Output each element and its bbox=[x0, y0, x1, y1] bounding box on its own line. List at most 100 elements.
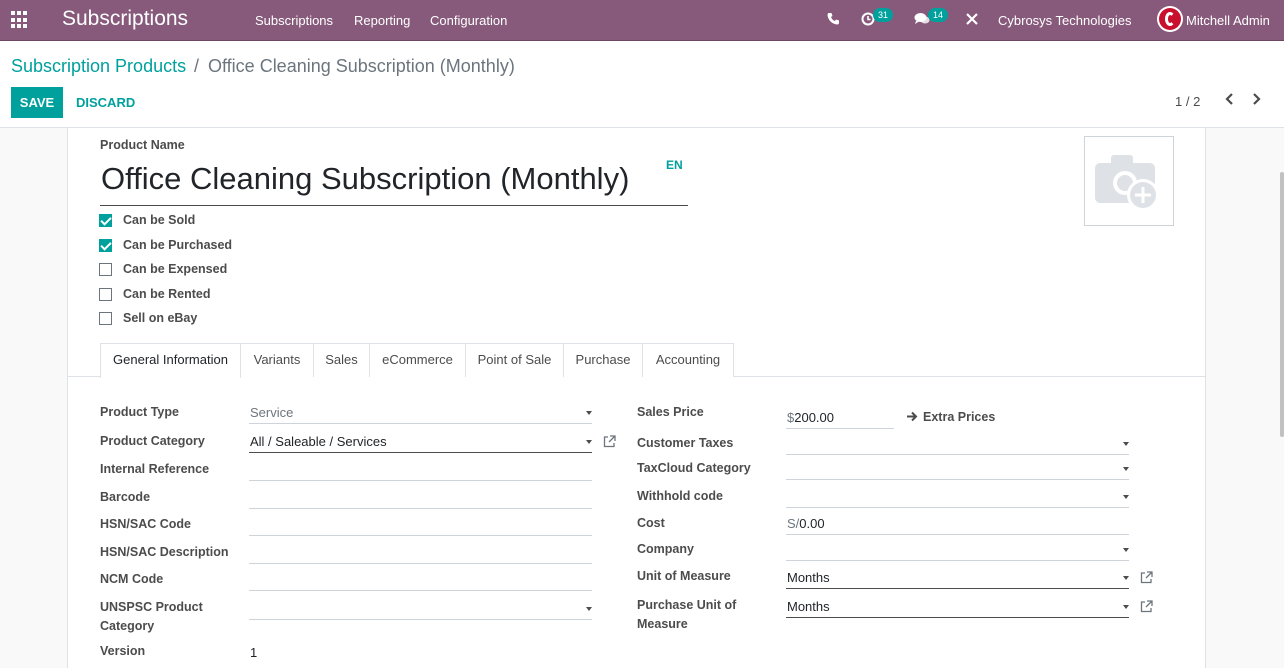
customer-taxes-label: Customer Taxes bbox=[637, 436, 734, 450]
purchase-uom-select[interactable]: Months bbox=[786, 596, 1129, 618]
tab-purchase[interactable]: Purchase bbox=[563, 343, 643, 377]
tab-sales[interactable]: Sales bbox=[313, 343, 370, 377]
control-panel: Subscription Products / Office Cleaning … bbox=[0, 41, 1284, 128]
purchase-uom-value: Months bbox=[787, 599, 830, 614]
cost-input[interactable]: S/0.00 bbox=[786, 513, 1129, 535]
menu-configuration[interactable]: Configuration bbox=[430, 13, 507, 28]
product-category-label: Product Category bbox=[100, 434, 205, 448]
can-be-sold-checkbox[interactable] bbox=[99, 214, 112, 227]
taxcloud-category-label: TaxCloud Category bbox=[637, 461, 751, 475]
uom-label: Unit of Measure bbox=[637, 569, 731, 583]
product-name-label: Product Name bbox=[100, 138, 185, 152]
product-type-select[interactable]: Service bbox=[249, 402, 592, 424]
cost-label: Cost bbox=[637, 516, 665, 530]
tab-ecommerce[interactable]: eCommerce bbox=[369, 343, 466, 377]
hsn-description-label: HSN/SAC Description bbox=[100, 545, 229, 559]
unspsc-category-select[interactable] bbox=[249, 598, 592, 620]
breadcrumb-separator: / bbox=[194, 56, 200, 76]
can-be-expensed-checkbox[interactable] bbox=[99, 263, 112, 276]
internal-reference-input[interactable] bbox=[249, 459, 592, 481]
tab-accounting[interactable]: Accounting bbox=[642, 343, 734, 377]
sales-price-value: 200.00 bbox=[794, 410, 834, 425]
can-be-purchased-label: Can be Purchased bbox=[123, 238, 233, 252]
arrow-right-icon bbox=[906, 411, 918, 425]
pager-value[interactable]: 1 / 2 bbox=[1175, 94, 1200, 109]
barcode-label: Barcode bbox=[100, 490, 151, 504]
withhold-code-select[interactable] bbox=[786, 486, 1129, 508]
ncm-code-label: NCM Code bbox=[100, 572, 164, 586]
page-scrollbar[interactable] bbox=[1280, 172, 1284, 437]
chevron-down-icon bbox=[1123, 467, 1129, 471]
product-category-value: All / Saleable / Services bbox=[250, 434, 387, 449]
messages-count-badge: 14 bbox=[928, 8, 949, 22]
extra-prices-label: Extra Prices bbox=[923, 410, 996, 424]
save-button[interactable]: SAVE bbox=[11, 87, 63, 118]
sell-on-ebay-checkbox[interactable] bbox=[99, 312, 112, 325]
unspsc-label-line2: Category bbox=[100, 619, 155, 633]
external-link-icon[interactable] bbox=[1140, 571, 1153, 584]
hsn-description-input[interactable] bbox=[249, 542, 592, 564]
tab-variants[interactable]: Variants bbox=[240, 343, 314, 377]
chevron-down-icon bbox=[586, 411, 592, 415]
product-type-label: Product Type bbox=[100, 405, 179, 419]
user-avatar[interactable] bbox=[1157, 6, 1183, 32]
withhold-code-label: Withhold code bbox=[637, 489, 723, 503]
app-name[interactable]: Subscriptions bbox=[62, 7, 188, 31]
apps-menu-icon[interactable] bbox=[11, 11, 29, 29]
external-link-icon[interactable] bbox=[1140, 600, 1153, 613]
uom-select[interactable]: Months bbox=[786, 567, 1129, 589]
sell-on-ebay-label: Sell on eBay bbox=[123, 311, 198, 325]
external-link-icon[interactable] bbox=[603, 435, 616, 448]
camera-plus-icon bbox=[1095, 155, 1159, 211]
customer-taxes-select[interactable] bbox=[786, 433, 1129, 455]
tab-general-information[interactable]: General Information bbox=[100, 343, 241, 378]
internal-reference-label: Internal Reference bbox=[100, 462, 210, 476]
top-navbar: Subscriptions Subscriptions Reporting Co… bbox=[0, 0, 1284, 41]
chevron-down-icon bbox=[586, 607, 592, 611]
user-menu[interactable]: Mitchell Admin bbox=[1186, 13, 1270, 28]
version-value: 1 bbox=[250, 645, 258, 660]
unspsc-label-line1: UNSPSC Product bbox=[100, 600, 203, 614]
can-be-expensed-label: Can be Expensed bbox=[123, 262, 228, 276]
pager-previous-icon[interactable] bbox=[1224, 92, 1234, 111]
sales-price-label: Sales Price bbox=[637, 405, 704, 419]
company-label: Company bbox=[637, 542, 694, 556]
phone-icon[interactable] bbox=[827, 12, 839, 28]
product-image-upload[interactable] bbox=[1084, 136, 1174, 226]
sales-price-input[interactable]: $200.00 bbox=[786, 407, 894, 429]
can-be-purchased-checkbox[interactable] bbox=[99, 239, 112, 252]
tab-point-of-sale[interactable]: Point of Sale bbox=[465, 343, 564, 377]
discard-button[interactable]: DISCARD bbox=[76, 95, 135, 110]
menu-reporting[interactable]: Reporting bbox=[354, 13, 410, 28]
purchase-uom-label-line1: Purchase Unit of bbox=[637, 598, 737, 612]
company-select[interactable] bbox=[786, 539, 1129, 561]
chevron-down-icon bbox=[1123, 495, 1129, 499]
hsn-code-label: HSN/SAC Code bbox=[100, 517, 191, 531]
ncm-code-input[interactable] bbox=[249, 569, 592, 591]
chevron-down-icon bbox=[1123, 442, 1129, 446]
uom-value: Months bbox=[787, 570, 830, 585]
pager-next-icon[interactable] bbox=[1252, 92, 1262, 111]
product-name-input[interactable]: Office Cleaning Subscription (Monthly) bbox=[100, 159, 688, 206]
notebook-tabs: General Information Variants Sales eComm… bbox=[68, 343, 1205, 378]
menu-subscriptions[interactable]: Subscriptions bbox=[255, 13, 333, 28]
breadcrumb-current: Office Cleaning Subscription (Monthly) bbox=[208, 56, 515, 76]
taxcloud-category-select[interactable] bbox=[786, 458, 1129, 480]
cost-currency: S/ bbox=[787, 516, 800, 531]
breadcrumb-parent-link[interactable]: Subscription Products bbox=[11, 56, 186, 77]
chevron-down-icon bbox=[1123, 605, 1129, 609]
purchase-uom-label-line2: Measure bbox=[637, 617, 688, 631]
can-be-rented-checkbox[interactable] bbox=[99, 288, 112, 301]
barcode-input[interactable] bbox=[249, 487, 592, 509]
translate-button[interactable]: EN bbox=[666, 158, 683, 172]
product-category-select[interactable]: All / Saleable / Services bbox=[249, 431, 592, 453]
company-switcher[interactable]: Cybrosys Technologies bbox=[998, 13, 1131, 28]
form-sheet: Product Name Office Cleaning Subscriptio… bbox=[67, 128, 1206, 668]
product-type-value: Service bbox=[250, 405, 294, 420]
debug-tools-icon[interactable] bbox=[965, 12, 979, 29]
extra-prices-button[interactable]: Extra Prices bbox=[906, 410, 995, 425]
chevron-down-icon bbox=[1123, 548, 1129, 552]
cost-value: 0.00 bbox=[799, 516, 825, 531]
hsn-code-input[interactable] bbox=[249, 514, 592, 536]
can-be-rented-label: Can be Rented bbox=[123, 287, 211, 301]
